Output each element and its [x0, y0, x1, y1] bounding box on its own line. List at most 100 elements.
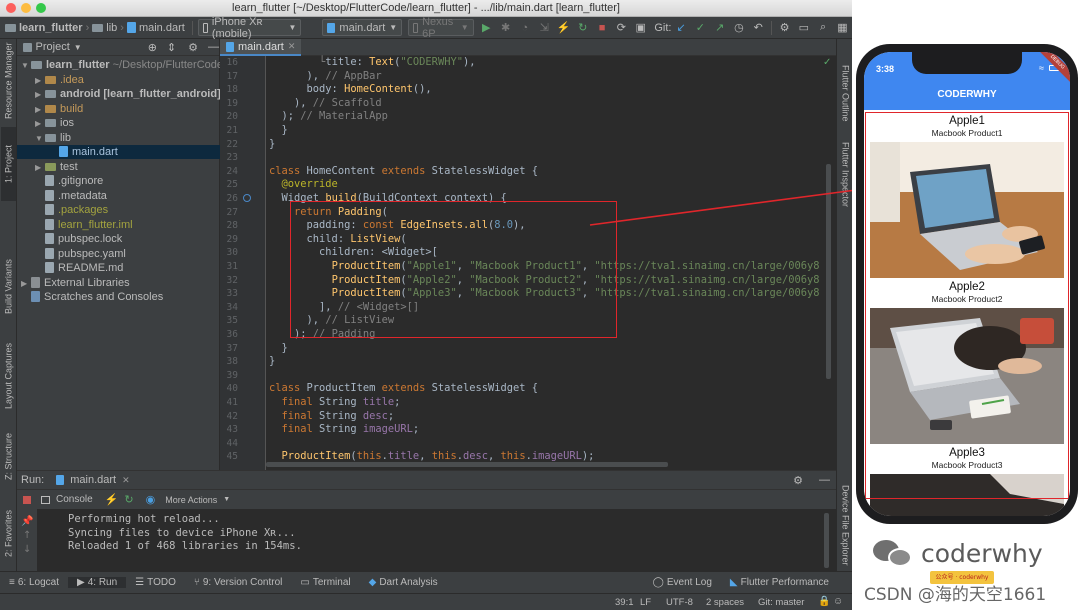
breadcrumb-lib[interactable]: lib: [106, 22, 117, 34]
open-devtools-icon[interactable]: ▣: [633, 20, 648, 36]
tree-item[interactable]: ▶ External Libraries: [17, 276, 220, 290]
inspector-icon[interactable]: ☺: [833, 596, 843, 607]
profile-icon[interactable]: ◔: [517, 20, 532, 36]
locate-file-icon[interactable]: ⊕: [148, 41, 157, 54]
hide-panel-icon[interactable]: —: [208, 41, 219, 53]
code-line[interactable]: body: HomeContent(),: [269, 83, 432, 97]
hide-panel-icon[interactable]: —: [819, 474, 830, 486]
git-push-icon[interactable]: ↗: [712, 20, 727, 36]
tree-item[interactable]: README.md: [17, 261, 220, 275]
code-line[interactable]: └title: Text("CODERWHY"),: [269, 56, 475, 70]
favorites-tab[interactable]: 2: Favorites: [1, 507, 16, 559]
caret-position[interactable]: 39:1: [615, 597, 634, 608]
git-update-icon[interactable]: ↙: [673, 20, 688, 36]
collapse-arrow-icon[interactable]: ▶: [35, 88, 45, 102]
tree-item[interactable]: ▶ ios: [17, 116, 220, 130]
tree-item[interactable]: .gitignore: [17, 174, 220, 188]
run-tab-main-dart[interactable]: main.dart: [70, 474, 116, 486]
hot-reload-icon[interactable]: ⚡: [556, 20, 571, 36]
minimize-window-button[interactable]: [21, 3, 31, 13]
dart-analysis-tool-button[interactable]: ◆ Dart Analysis: [360, 577, 447, 588]
tree-item[interactable]: .metadata: [17, 189, 220, 203]
hot-restart-icon[interactable]: ↻: [575, 20, 590, 36]
code-line[interactable]: final String title;: [269, 396, 401, 410]
console-tab[interactable]: Console: [56, 494, 93, 505]
attach-icon[interactable]: ⇲: [537, 20, 552, 36]
breadcrumb-file[interactable]: main.dart: [139, 22, 185, 34]
collapse-arrow-icon[interactable]: ▶: [35, 103, 45, 117]
collapse-arrow-icon[interactable]: ▶: [35, 117, 45, 131]
tree-item[interactable]: ▶ build: [17, 102, 220, 116]
tree-item[interactable]: ▼ lib: [17, 131, 220, 145]
editor-tab-main-dart[interactable]: main.dart ✕: [220, 39, 302, 56]
project-tab[interactable]: 1: Project: [1, 127, 16, 201]
project-view-selector[interactable]: Project: [36, 41, 70, 53]
stop-icon[interactable]: [23, 496, 31, 504]
line-separator[interactable]: LF: [640, 597, 651, 608]
code-line[interactable]: ); // MaterialApp: [269, 110, 388, 124]
tree-item[interactable]: ▶ .idea: [17, 73, 220, 87]
git-branch[interactable]: Git: master: [758, 597, 804, 608]
collapse-arrow-icon[interactable]: ▶: [35, 161, 45, 175]
code-line[interactable]: class HomeContent extends StatelessWidge…: [269, 165, 538, 179]
build-variants-tab[interactable]: Build Variants: [1, 257, 16, 317]
settings-icon[interactable]: ⚙: [777, 20, 792, 36]
lock-icon[interactable]: 🔒: [818, 596, 830, 607]
collapse-arrow-icon[interactable]: ▶: [35, 74, 45, 88]
tree-item[interactable]: main.dart: [17, 145, 220, 159]
code-line[interactable]: final String imageURL;: [269, 423, 420, 437]
code-line[interactable]: }: [269, 355, 275, 369]
expand-arrow-icon[interactable]: ▼: [35, 132, 45, 146]
code-line[interactable]: }: [269, 342, 288, 356]
file-encoding[interactable]: UTF-8: [666, 597, 693, 608]
sdk-manager-icon[interactable]: ▦: [835, 20, 850, 36]
indent-setting[interactable]: 2 spaces: [706, 597, 744, 608]
chevron-down-icon[interactable]: ▼: [74, 43, 82, 52]
close-tab-icon[interactable]: ✕: [122, 475, 130, 486]
version-control-tool-button[interactable]: ⑂ 9: Version Control: [185, 577, 292, 588]
structure-tab[interactable]: Z: Structure: [1, 429, 16, 484]
devtools-icon[interactable]: ◉: [146, 493, 156, 506]
tree-item[interactable]: .packages: [17, 203, 220, 217]
emulator-selector[interactable]: Nexus 6P ▼: [408, 16, 474, 40]
code-line[interactable]: final String desc;: [269, 410, 395, 424]
code-line[interactable]: }: [269, 138, 275, 152]
device-file-explorer-tab[interactable]: Device File Explorer: [838, 479, 852, 571]
device-selector[interactable]: iPhone Xʀ (mobile) ▼: [197, 16, 302, 40]
tree-item[interactable]: ▶ android [learn_flutter_android]: [17, 87, 221, 102]
code-line[interactable]: class ProductItem extends StatelessWidge…: [269, 382, 538, 396]
horizontal-scrollbar[interactable]: [266, 462, 668, 467]
git-commit-icon[interactable]: ✓: [693, 20, 708, 36]
zoom-window-button[interactable]: [36, 3, 46, 13]
logcat-tool-button[interactable]: ≡ 6: Logcat: [0, 577, 68, 588]
gear-icon[interactable]: ⚙: [188, 41, 198, 54]
tree-item[interactable]: pubspec.yaml: [17, 247, 220, 261]
tree-item[interactable]: Scratches and Consoles: [17, 290, 220, 304]
console-scrollbar[interactable]: [824, 513, 829, 568]
debug-icon[interactable]: ✱: [498, 20, 513, 36]
tree-item[interactable]: ▶ test: [17, 160, 220, 174]
tree-item[interactable]: pubspec.lock: [17, 232, 220, 246]
code-line[interactable]: @override: [269, 178, 338, 192]
code-line[interactable]: ), // Scaffold: [269, 97, 382, 111]
code-line[interactable]: }: [269, 124, 288, 138]
hot-restart-icon[interactable]: ↻: [124, 493, 133, 506]
terminal-icon[interactable]: ▭: [796, 20, 811, 36]
terminal-tool-button[interactable]: ▭ Terminal: [291, 577, 359, 588]
event-log-tool-button[interactable]: ◯ Event Log: [644, 577, 721, 588]
rollback-icon[interactable]: ↶: [751, 20, 766, 36]
collapse-arrow-icon[interactable]: ▶: [21, 277, 31, 291]
flutter-outline-tab[interactable]: Flutter Outline: [838, 57, 852, 129]
sync-icon[interactable]: ⟳: [614, 20, 629, 36]
search-icon[interactable]: ⌕: [815, 20, 830, 36]
console-output[interactable]: Performing hot reload... Syncing files to…: [17, 513, 836, 572]
stop-icon[interactable]: ■: [594, 20, 609, 36]
tree-item[interactable]: ▼ learn_flutter ~/Desktop/FlutterCode/: [17, 58, 226, 72]
run-config-selector[interactable]: main.dart ▼: [322, 19, 403, 36]
todo-tool-button[interactable]: ☰ TODO: [126, 577, 185, 588]
code-line[interactable]: ), // AppBar: [269, 70, 382, 84]
hot-reload-icon[interactable]: ⚡: [105, 493, 119, 506]
history-icon[interactable]: ◷: [731, 20, 746, 36]
tree-item[interactable]: learn_flutter.iml: [17, 218, 220, 232]
run-icon[interactable]: ▶: [479, 20, 494, 36]
